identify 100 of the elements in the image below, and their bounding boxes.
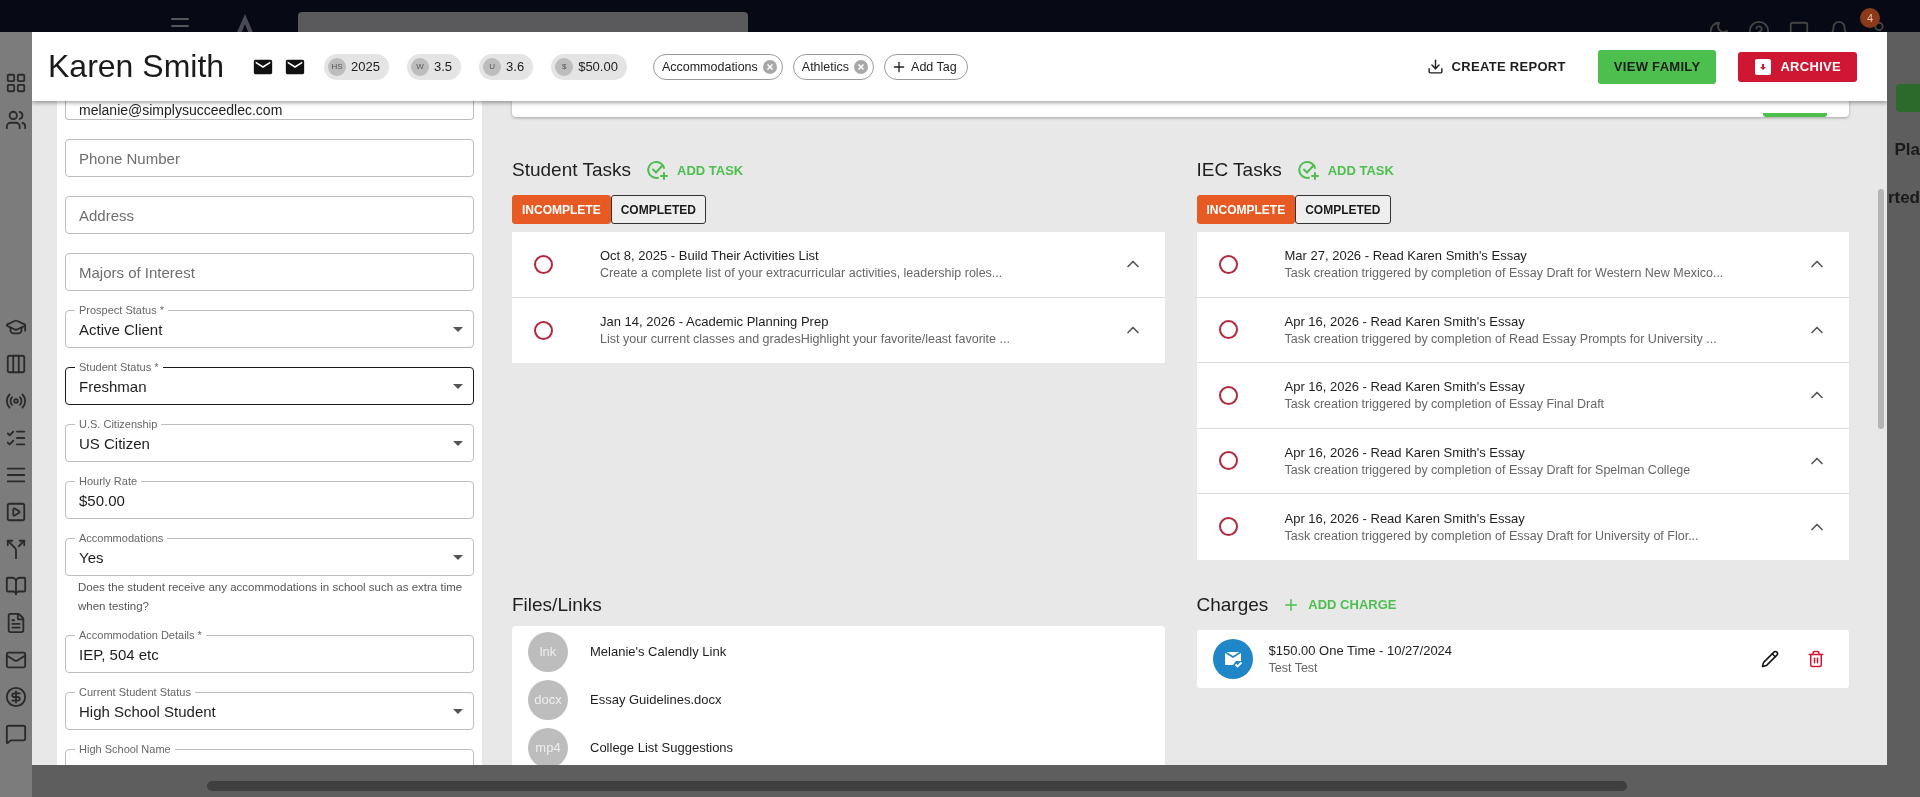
stat-avatar: $ [555,57,574,76]
input-field[interactable]: Phone Number [65,139,474,177]
document-icon[interactable] [5,612,27,634]
button-edge [1763,113,1827,117]
remove-icon[interactable] [853,58,870,75]
notification-badge: 4 [1860,8,1880,28]
task-summary: Task creation triggered by completion of Read Essay Prompts for University ... [1284,331,1718,346]
field-label: Accommodations [75,531,168,545]
task-checkbox[interactable] [534,254,553,274]
section-title: IEC Tasks [1196,159,1282,181]
vertical-scrollbar[interactable] [1878,189,1884,429]
task-summary: Task creation triggered by completion of Essay Draft for University of Flor... [1284,528,1700,543]
check-circle-plus-icon [645,158,669,182]
field-placeholder: Address [79,206,136,224]
helper-text: Does the student receive any accommodations in school such as extra time when testing? [78,580,464,614]
task-title: Jan 14, 2026 - Academic Planning Prep [600,314,830,330]
field-placeholder: Majors of Interest [79,263,196,281]
task-title: Apr 16, 2026 - Read Karen Smith's Essay [1284,313,1526,329]
task-summary: List your current classes and gradesHighlight your favorite/least favorite ... [600,332,1011,347]
archive-box-icon [1754,57,1773,76]
student-name: Karen Smith [48,48,225,85]
field-label: Accommodation Details * [75,628,206,642]
stat-avatar: W [411,57,429,76]
dropdown-caret-icon [453,554,463,560]
people-icon[interactable] [5,109,27,131]
pencil-icon [1761,649,1779,668]
task-summary: Task creation triggered by completion of Essay Final Draft [1284,397,1606,412]
task-title: Apr 16, 2026 - Read Karen Smith's Essay [1284,379,1526,395]
field-label: Current Student Status [75,685,195,699]
remove-icon[interactable] [761,58,778,75]
field-label: Prospect Status * [75,303,168,317]
grid-icon[interactable] [5,72,27,94]
field-value: IEP, 504 etc [79,645,160,663]
section-title: Student Tasks [512,159,631,181]
field-label: High School Name [75,742,175,756]
video-icon[interactable] [5,501,27,523]
stat-value: 3.5 [434,59,453,74]
stat-value: $50.00 [578,59,618,74]
input-field[interactable]: Address [65,196,474,234]
stat-value: 3.6 [506,59,525,74]
stat-avatar: HS [328,57,347,76]
background-text: Pla [1894,140,1920,160]
action-button[interactable]: ARCHIVE [1738,51,1857,82]
horizontal-scrollbar[interactable] [207,781,1627,791]
file-name[interactable]: Essay Guidelines.docx [590,692,722,707]
field-value: Yes [79,548,105,566]
trash-icon [1807,649,1825,668]
section-title: Charges [1196,593,1269,616]
filter-tab[interactable]: COMPLETED [610,195,706,224]
task-checkbox[interactable] [1218,254,1238,274]
dropdown-caret-icon [453,383,463,389]
tag-chip[interactable]: Athletics [792,53,875,80]
dropdown-caret-icon [453,708,463,714]
field-value: $50.00 [79,491,126,509]
add-tag-button[interactable]: Add Tag [884,53,968,80]
task-title: Apr 16, 2026 - Read Karen Smith's Essay [1284,510,1526,526]
task-checkbox[interactable] [1218,385,1238,405]
field-value: Active Client [79,320,164,338]
filter-tab[interactable]: COMPLETED [1295,195,1391,224]
dropdown-caret-icon [453,326,463,332]
field-value: US Citizen [79,434,151,452]
button-edge [1896,84,1920,112]
background-text: rted [1887,188,1920,208]
task-checkbox[interactable] [1218,451,1238,471]
field-label: Student Status * [75,360,163,374]
book-icon[interactable] [5,575,27,597]
action-button[interactable]: CREATE REPORT [1416,51,1576,82]
field-value: Freshman [79,377,148,395]
file-name[interactable]: Melanie's Calendly Link [590,644,727,659]
task-checkbox[interactable] [1218,320,1238,340]
download-icon [1426,58,1444,75]
task-summary: Task creation triggered by completion of Essay Draft for Western New Mexico... [1284,266,1725,281]
task-title: Mar 27, 2026 - Read Karen Smith's Essay [1284,248,1528,264]
task-checkbox[interactable] [1218,517,1238,537]
field-value: High School Student [79,702,217,720]
filter-tab[interactable]: INCOMPLETE [1196,195,1296,224]
file-name[interactable]: College List Suggestions [590,740,734,755]
field-label: Hourly Rate [75,474,142,488]
split-arrow-icon[interactable] [5,538,27,560]
field-label: U.S. Citizenship [75,417,162,431]
stat-avatar: U [483,57,502,76]
chat-icon[interactable] [5,723,27,745]
filter-tab[interactable]: INCOMPLETE [512,195,611,224]
section-title: Files/Links [512,593,602,616]
field-placeholder: Phone Number [79,149,181,167]
action-button[interactable]: VIEW FAMILY [1597,49,1717,84]
dollar-icon[interactable] [5,686,27,708]
task-title: Oct 8, 2025 - Build Their Activities List [600,248,820,264]
columns-icon[interactable] [5,353,27,375]
envelope-check-icon [1222,649,1243,668]
email-field[interactable]: melanie@simplysucceedlec.com [65,101,474,120]
task-title: Apr 16, 2026 - Read Karen Smith's Essay [1284,444,1526,460]
task-checkbox[interactable] [534,320,553,340]
task-summary: Create a complete list of your extracurricular activities, leadership roles... [600,266,1004,281]
dropdown-caret-icon [453,440,463,446]
task-summary: Task creation triggered by completion of Essay Draft for Spelman College [1284,462,1692,477]
check-circle-plus-icon [1295,158,1320,182]
tag-chip[interactable]: Accommodations [652,53,783,80]
stat-value: 2025 [351,59,380,74]
input-field[interactable]: Majors of Interest [65,253,474,291]
